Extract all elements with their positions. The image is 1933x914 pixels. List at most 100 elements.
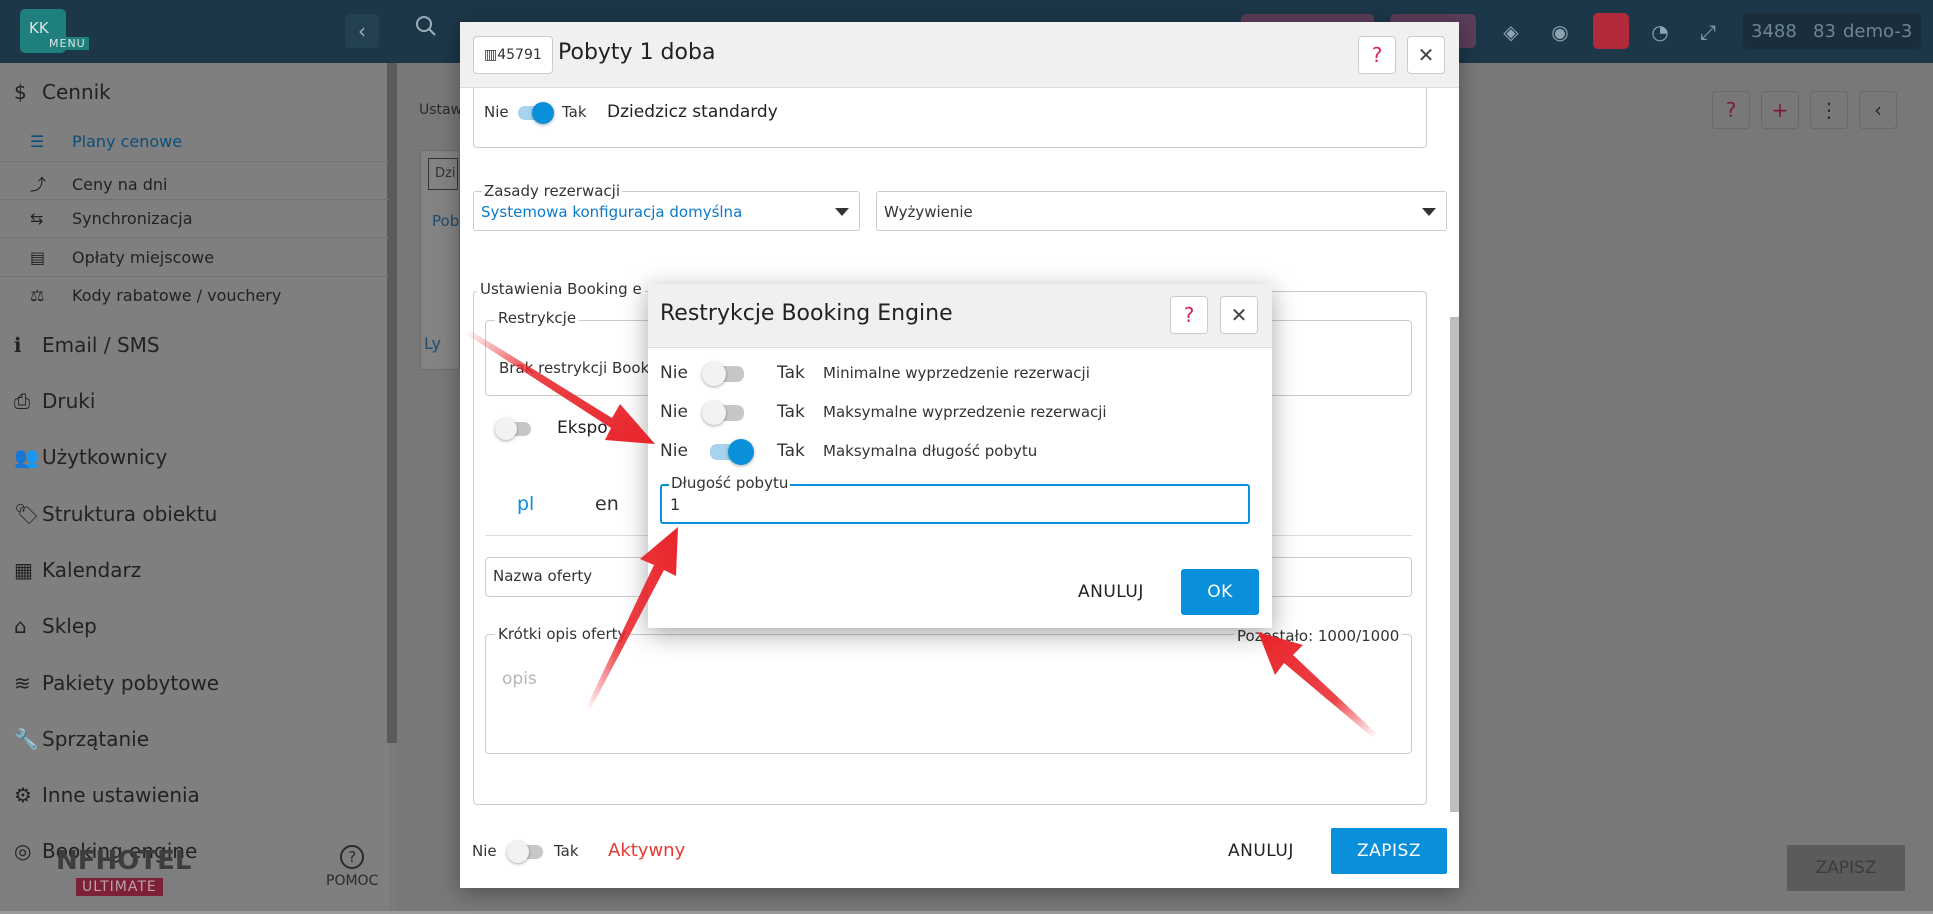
toggle-knob [728,439,754,465]
export-label: Ekspo [557,418,608,438]
sidebar-item-druki[interactable]: ⎙ Druki [14,389,95,413]
sidebar-sub-oplaty-miejscowe[interactable]: ▤ Opłaty miejscowe [30,248,214,267]
sidebar-item-sprzatanie[interactable]: 🔧 Sprzątanie [14,727,149,751]
tags-icon: 🏷 [14,502,40,526]
booking-rules-value: Systemowa konfiguracja domyślna [481,203,743,221]
sidebar-item-label: Email / SMS [42,333,160,357]
max-stay-toggle[interactable] [710,439,754,465]
bg-back-button[interactable]: ‹ [1859,91,1897,129]
modal-close-button[interactable]: ✕ [1407,36,1445,74]
description-placeholder: opis [502,669,537,689]
sidebar-item-inne-ustawienia[interactable]: ⚙ Inne ustawienia [14,783,200,807]
meal-select-value: Wyżywienie [884,203,973,221]
cancel-button[interactable]: ANULUJ [1228,841,1294,861]
tab-lang-pl[interactable]: pl [517,493,534,515]
sidebar-sub-plany-cenowe[interactable]: ☰ Plany cenowe [30,132,182,151]
bg-more-button[interactable]: ⋮ [1810,91,1848,129]
bg-add-button[interactable]: + [1761,91,1799,129]
sidebar-sub-synchronizacja[interactable]: ⇆ Synchronizacja [30,209,193,228]
toggle-yes-label: Tak [777,441,805,461]
printer-icon: ⎙ [14,389,30,413]
layers-icon[interactable]: ◈ [1496,17,1526,47]
logo-menu-label: MENU [46,37,89,50]
min-advance-label: Minimalne wyprzedzenie rezerwacji [823,364,1090,382]
dialog-help-button[interactable]: ? [1170,296,1208,334]
modal-header: ▥45791 Pobyty 1 doba ? ✕ [460,22,1459,88]
offer-name-label: Nazwa oferty [493,567,593,585]
background-note: Ly [424,334,441,353]
modal-title: Pobyty 1 doba [558,40,716,65]
restrictions-dialog: Restrykcje Booking Engine ? ✕ Nie Tak Mi… [648,284,1272,628]
toggle-no-label: Nie [660,441,688,461]
id-badge-icon: ▥ [484,47,498,63]
toggle-knob [532,102,554,124]
sidebar-item-uzytkownicy[interactable]: 👥 Użytkownicy [14,445,167,469]
dialog-title: Restrykcje Booking Engine [660,301,953,326]
modal-help-button[interactable]: ? [1358,36,1396,74]
sidebar-collapse-button[interactable]: ‹ [345,14,379,48]
chevron-down-icon [835,208,849,216]
sidebar-item-kalendarz[interactable]: ▦ Kalendarz [14,558,141,582]
brand-name: NFHOTEL [56,846,192,876]
fullscreen-icon[interactable]: ⤢ [1693,17,1723,47]
toggle-knob [702,401,726,425]
search-icon[interactable] [414,14,448,48]
bg-help-button[interactable]: ? [1712,91,1750,129]
tab-lang-en[interactable]: en [595,493,619,515]
sidebar-sub-ceny-na-dni[interactable]: ⤴ Ceny na dni [30,171,167,195]
short-description-field[interactable] [485,634,1412,754]
save-button[interactable]: ZAPISZ [1331,828,1447,874]
logo-initials: KK [29,19,49,37]
inherit-standards-toggle[interactable] [518,102,554,124]
modal-scrollbar[interactable] [1450,317,1459,812]
sidebar-sub-kody-rabatowe[interactable]: ⚖ Kody rabatowe / vouchery [30,286,281,305]
sidebar-item-label: Cennik [42,80,111,104]
dialog-cancel-button[interactable]: ANULUJ [1078,582,1144,602]
sidebar-item-cennik[interactable]: $ Cennik [14,80,111,104]
sidebar-item-label: Użytkownicy [42,445,168,469]
users-icon: 👥 [14,445,39,469]
help-button[interactable]: ? POMOC [326,845,378,889]
dialog-header: Restrykcje Booking Engine ? ✕ [648,284,1272,348]
stay-length-field[interactable]: Długość pobytu [660,474,1250,524]
toggle-no-label: Nie [660,363,688,383]
stay-length-input[interactable] [670,495,1230,514]
max-advance-toggle[interactable] [702,401,744,425]
offer-id: 45791 [497,47,542,63]
info-icon: ℹ [14,333,22,357]
min-advance-toggle[interactable] [702,362,744,386]
sidebar-item-label: Struktura obiektu [42,502,218,526]
export-toggle[interactable] [495,418,531,440]
dialog-close-button[interactable]: ✕ [1220,296,1258,334]
toggle-yes-label: Tak [554,842,579,860]
background-link: Pob [432,212,460,230]
active-toggle[interactable] [507,841,543,863]
calculator-icon: ▤ [30,248,46,267]
rocket-button[interactable] [1593,13,1629,49]
divider [0,276,389,277]
cogs-icon: ⚙ [14,783,32,807]
crm-icon[interactable]: ◉ [1545,17,1575,47]
sidebar-item-pakiety-pobytowe[interactable]: ≋ Pakiety pobytowe [14,671,219,695]
dialog-ok-button[interactable]: OK [1181,569,1259,615]
sidebar-scrollbar[interactable] [387,63,397,743]
booking-rules-select[interactable]: Zasady rezerwacji Systemowa konfiguracja… [473,182,860,231]
background-input: Dzi [428,158,458,190]
database-icon: ≋ [14,671,31,695]
sidebar-sub-label: Ceny na dni [72,175,168,194]
restrictions-legend: Restrykcje [495,309,580,327]
sidebar-item-email-sms[interactable]: ℹ Email / SMS [14,333,160,357]
sidebar-item-struktura-obiektu[interactable]: 🏷 Struktura obiektu [14,502,217,526]
balance-icon: ⚖ [30,286,45,305]
meal-select[interactable]: Wyżywienie [876,191,1447,231]
sidebar-item-label: Druki [42,389,96,413]
sidebar-item-label: Sklep [42,614,97,638]
bg-save-button[interactable]: ZAPISZ [1787,845,1905,891]
active-status: Aktywny [608,840,686,861]
sidebar-sub-label: Kody rabatowe / vouchery [72,286,282,305]
dashboard-icon[interactable]: ◔ [1645,17,1675,47]
sidebar-item-sklep[interactable]: ⌂ Sklep [14,614,97,638]
breadcrumb: Ustaw [419,102,463,118]
brand-edition: ULTIMATE [76,878,163,896]
menu-logo-button[interactable]: KK MENU [20,9,89,53]
